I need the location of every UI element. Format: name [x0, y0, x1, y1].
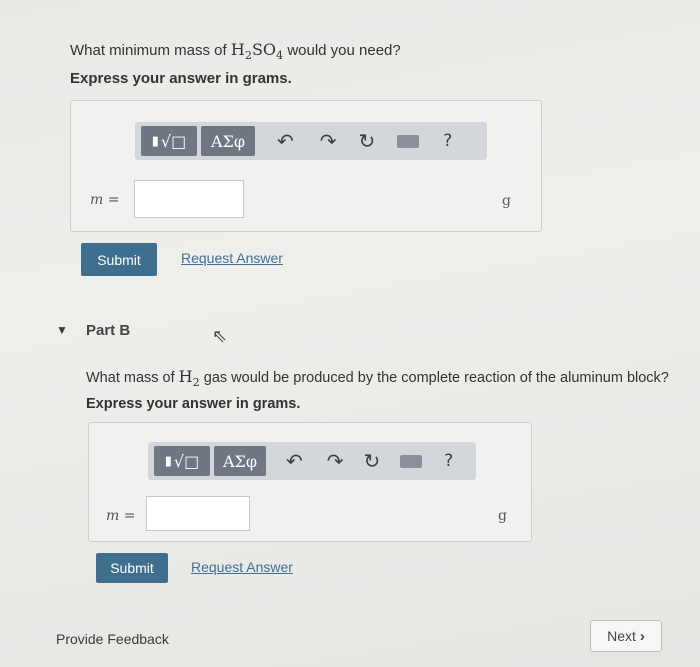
part-a-question-tail: would you need?: [283, 42, 401, 59]
chevron-right-icon: ›: [639, 627, 645, 645]
greek-symbols-button[interactable]: ΑΣφ: [201, 126, 255, 156]
part-a-instruction: Express your answer in grams.: [70, 70, 292, 87]
reset-icon[interactable]: ↻: [359, 129, 376, 153]
templates-button[interactable]: ▮ √□: [154, 446, 210, 476]
part-b-math-toolbar: ▮ √□ ΑΣφ ↶ ↷ ↻ ?: [148, 442, 476, 480]
part-b-unit-label: g: [498, 508, 507, 524]
part-b-submit-button[interactable]: Submit: [96, 553, 168, 583]
help-icon[interactable]: ?: [444, 451, 453, 471]
part-b-variable-label: m =: [106, 508, 136, 524]
keyboard-icon[interactable]: [397, 134, 420, 148]
part-a-submit-button[interactable]: Submit: [81, 243, 157, 276]
mouse-cursor-icon: ⇖: [212, 326, 228, 346]
part-b-question: What mass of H2 gas would be produced by…: [86, 367, 669, 390]
redo-icon[interactable]: ↷: [320, 129, 337, 153]
part-a-unit-label: g: [502, 193, 511, 209]
help-icon[interactable]: ?: [443, 131, 452, 151]
next-button[interactable]: Next ›: [590, 620, 662, 652]
collapse-triangle-icon[interactable]: ▼: [56, 323, 68, 337]
undo-icon[interactable]: ↶: [277, 129, 294, 153]
part-a-math-toolbar: ▮ √□ ΑΣφ ↶ ↷ ↻ ?: [135, 122, 487, 160]
part-a-answer-input[interactable]: [134, 180, 244, 218]
templates-button[interactable]: ▮ √□: [141, 126, 197, 156]
next-label: Next: [607, 628, 636, 644]
part-a-variable-label: m =: [90, 192, 120, 208]
part-b-title[interactable]: Part B: [86, 322, 130, 339]
redo-icon[interactable]: ↷: [327, 449, 344, 473]
greek-symbols-button[interactable]: ΑΣφ: [214, 446, 266, 476]
part-a-question: What minimum mass of H2SO4 would you nee…: [70, 40, 401, 62]
undo-icon[interactable]: ↶: [286, 449, 303, 473]
part-a-question-text: What minimum mass of: [70, 42, 231, 59]
h2-formula: H2: [178, 367, 200, 390]
provide-feedback-link[interactable]: Provide Feedback: [56, 631, 169, 647]
part-b-instruction: Express your answer in grams.: [86, 396, 301, 412]
part-b-request-answer-link[interactable]: Request Answer: [191, 559, 293, 575]
part-b-answer-input[interactable]: [146, 496, 250, 531]
keyboard-icon[interactable]: [400, 454, 423, 468]
h2so4-formula: H2SO4: [230, 40, 284, 63]
part-a-request-answer-link[interactable]: Request Answer: [181, 250, 283, 266]
reset-icon[interactable]: ↻: [364, 449, 381, 473]
